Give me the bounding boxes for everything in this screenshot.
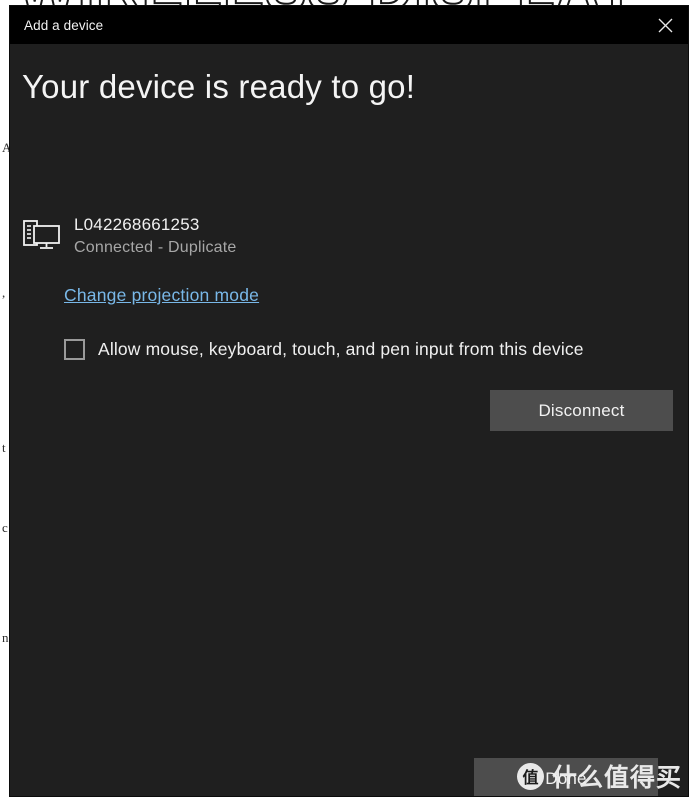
watermark-logo: 值 bbox=[516, 762, 544, 790]
dialog-title: Add a device bbox=[24, 17, 104, 33]
device-status: Connected - Duplicate bbox=[74, 239, 237, 256]
close-icon bbox=[658, 18, 672, 32]
close-button[interactable] bbox=[642, 6, 688, 44]
background-text-fragment: t bbox=[2, 440, 6, 455]
watermark-text: 什么值得买 bbox=[551, 763, 682, 792]
allow-input-label: Allow mouse, keyboard, touch, and pen in… bbox=[98, 339, 584, 359]
background-text-fragment: , bbox=[2, 285, 6, 300]
background-text-fragment: n bbox=[2, 630, 9, 645]
change-projection-mode-link[interactable]: Change projection mode bbox=[64, 285, 259, 306]
device-entry: L042268661253 Connected - Duplicate bbox=[22, 214, 237, 260]
dialog-titlebar: Add a device bbox=[10, 6, 688, 44]
device-name: L042268661253 bbox=[74, 215, 200, 234]
page-title: Your device is ready to go! bbox=[22, 68, 416, 105]
disconnect-button[interactable]: Disconnect bbox=[490, 390, 673, 431]
device-text: L042268661253 Connected - Duplicate bbox=[74, 214, 237, 260]
watermark: 值 什么值得买 bbox=[516, 758, 682, 794]
allow-input-checkbox[interactable] bbox=[64, 339, 85, 360]
background-text-fragment: c bbox=[2, 520, 8, 535]
project-to-second-screen-icon bbox=[23, 220, 60, 249]
add-a-device-dialog: Add a device Your device is ready to go! bbox=[10, 6, 688, 796]
allow-input-checkbox-row[interactable]: Allow mouse, keyboard, touch, and pen in… bbox=[64, 339, 584, 360]
dialog-content: Your device is ready to go! L04226866125… bbox=[10, 44, 688, 796]
